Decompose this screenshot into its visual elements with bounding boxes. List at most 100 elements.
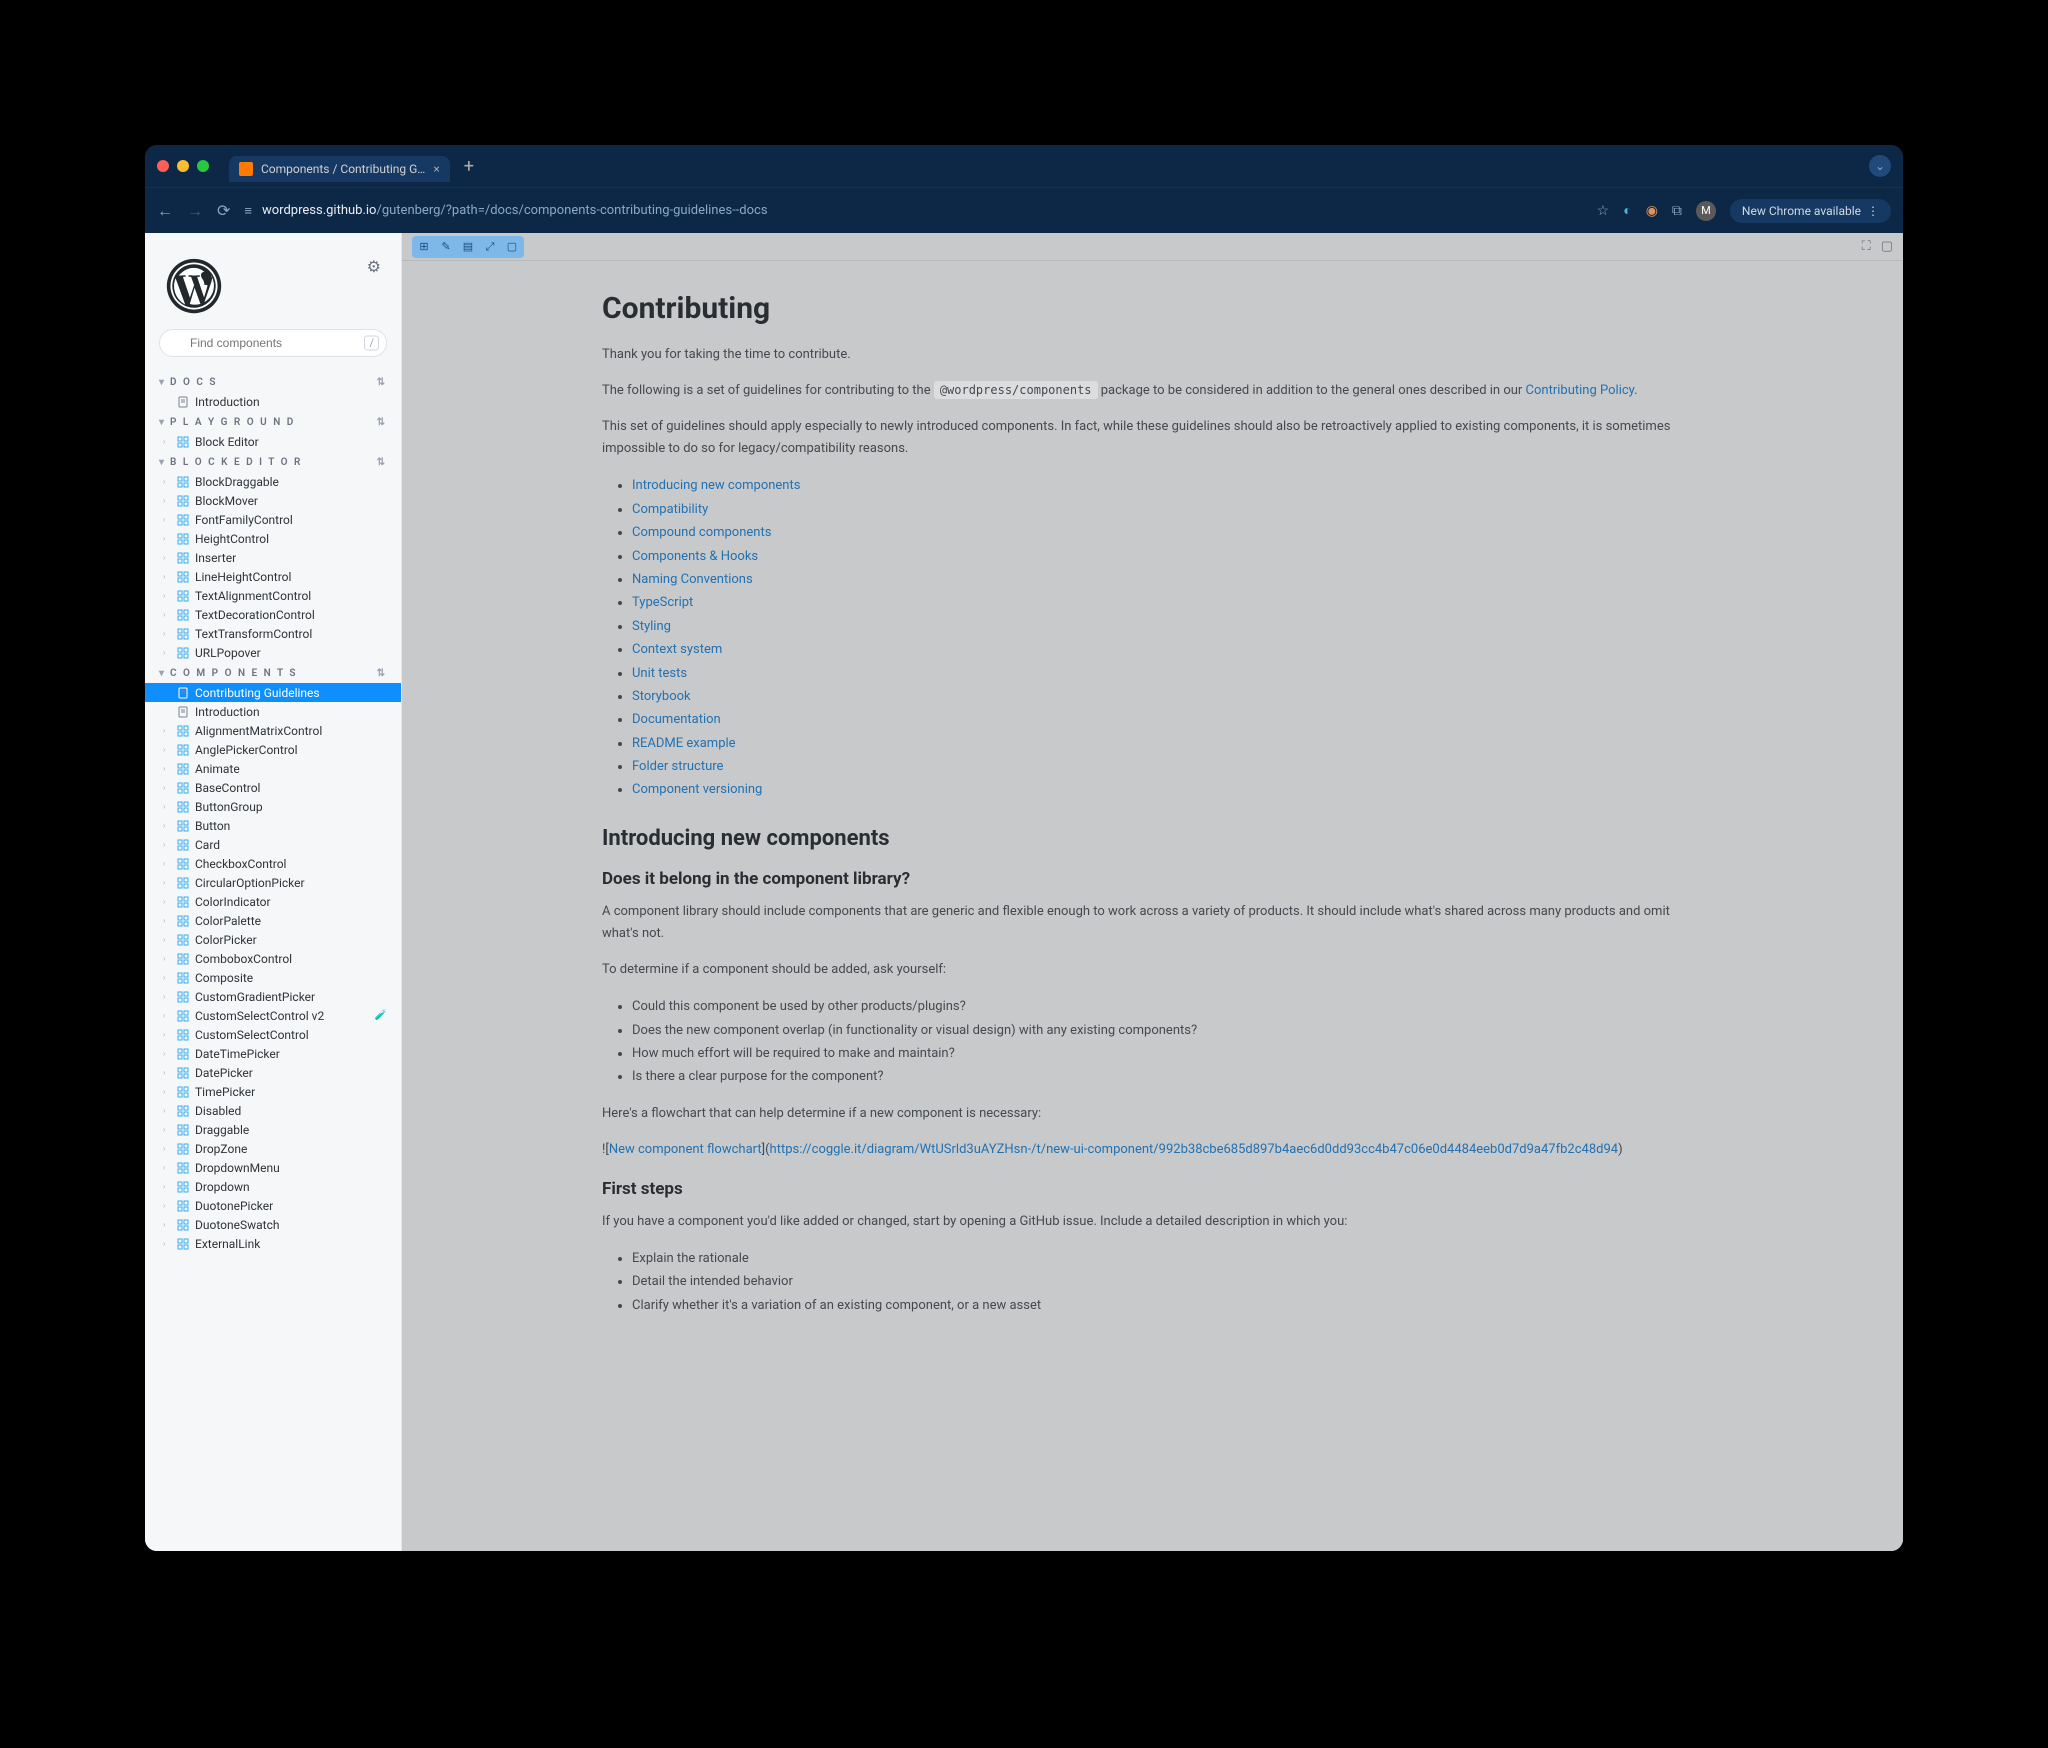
sidebar-item-label: ColorPalette xyxy=(195,914,261,928)
sidebar-item[interactable]: ›Draggable xyxy=(145,1120,401,1139)
close-tab-icon[interactable]: × xyxy=(433,162,439,176)
flowchart-url-link[interactable]: https://coggle.it/diagram/WtUSrld3uAYZHs… xyxy=(770,1142,1619,1157)
sidebar-item[interactable]: ›ColorPicker xyxy=(145,930,401,949)
sidebar-item[interactable]: ›ButtonGroup xyxy=(145,797,401,816)
expand-caret-icon: › xyxy=(163,897,170,906)
site-info-icon[interactable]: ≡ xyxy=(244,203,252,219)
sidebar-item[interactable]: ›BlockDraggable xyxy=(145,472,401,491)
toc-link[interactable]: Context system xyxy=(632,642,722,657)
sidebar-item[interactable]: Introduction xyxy=(145,702,401,721)
url-box[interactable]: ≡ wordpress.github.io/gutenberg/?path=/d… xyxy=(244,203,1582,219)
sidebar-item[interactable]: ›Disabled xyxy=(145,1101,401,1120)
sidebar-item[interactable]: ›CustomGradientPicker xyxy=(145,987,401,1006)
browser-tab[interactable]: Components / Contributing G… × xyxy=(229,156,450,182)
sidebar-item[interactable]: ›Button xyxy=(145,816,401,835)
toc-link[interactable]: Component versioning xyxy=(632,782,762,797)
back-button[interactable]: ← xyxy=(157,201,173,221)
maximize-button[interactable] xyxy=(197,160,209,172)
sidebar-item[interactable]: Introduction xyxy=(145,392,401,411)
sidebar-item[interactable]: ›FontFamilyControl xyxy=(145,510,401,529)
toc-link[interactable]: TypeScript xyxy=(632,595,693,610)
sidebar-item[interactable]: Contributing Guidelines xyxy=(145,683,401,702)
sidebar-item[interactable]: ›DropZone xyxy=(145,1139,401,1158)
settings-icon[interactable]: ⚙ xyxy=(367,257,381,276)
menu-icon[interactable]: ⋮ xyxy=(1867,204,1879,218)
doc-canvas[interactable]: Contributing Thank you for taking the ti… xyxy=(402,261,1903,1551)
tab-dropdown[interactable]: ⌄ xyxy=(1869,155,1891,177)
toc-link[interactable]: Naming Conventions xyxy=(632,572,753,587)
toc-link[interactable]: Styling xyxy=(632,619,671,634)
close-button[interactable] xyxy=(157,160,169,172)
sidebar-item[interactable]: ›TextDecorationControl xyxy=(145,605,401,624)
contributing-policy-link[interactable]: Contributing Policy xyxy=(1526,383,1635,398)
chrome-update-pill[interactable]: New Chrome available ⋮ xyxy=(1730,199,1891,223)
sidebar-item[interactable]: ›DateTimePicker xyxy=(145,1044,401,1063)
sidebar-item[interactable]: ›AlignmentMatrixControl xyxy=(145,721,401,740)
new-tab-button[interactable]: + xyxy=(464,156,474,177)
sidebar-item[interactable]: ›DatePicker xyxy=(145,1063,401,1082)
sidebar-item[interactable]: ›Animate xyxy=(145,759,401,778)
toc-link[interactable]: Components & Hooks xyxy=(632,549,758,564)
flowchart-label-link[interactable]: New component flowchart xyxy=(609,1142,762,1157)
extension-1-icon[interactable]: ◐ xyxy=(1623,202,1631,219)
sidebar-item[interactable]: ›DuotonePicker xyxy=(145,1196,401,1215)
toc-link[interactable]: Compound components xyxy=(632,525,771,540)
bookmark-icon[interactable]: ☆ xyxy=(1597,203,1610,219)
sidebar-item[interactable]: ›Card xyxy=(145,835,401,854)
zoom-icon[interactable]: ✎ xyxy=(436,238,456,256)
sidebar-item[interactable]: ›CustomSelectControl xyxy=(145,1025,401,1044)
sidebar-item[interactable]: ›DuotoneSwatch xyxy=(145,1215,401,1234)
forward-button[interactable]: → xyxy=(187,201,203,221)
sidebar-item[interactable]: ›ExternalLink xyxy=(145,1234,401,1253)
grid-icon[interactable]: ▤ xyxy=(458,238,478,256)
component-icon xyxy=(176,781,189,794)
sidebar-item[interactable]: ›ColorPalette xyxy=(145,911,401,930)
sidebar-item[interactable]: ›Block Editor xyxy=(145,432,401,451)
toc-link[interactable]: Documentation xyxy=(632,712,721,727)
toc-link[interactable]: README example xyxy=(632,736,736,751)
section-header[interactable]: ▾C O M P O N E N T S⇅ xyxy=(145,662,401,683)
section-header[interactable]: ▾P L A Y G R O U N D⇅ xyxy=(145,411,401,432)
sidebar-item[interactable]: ›URLPopover xyxy=(145,643,401,662)
toc-link[interactable]: Introducing new components xyxy=(632,478,800,493)
outline-icon[interactable]: ▢ xyxy=(502,238,522,256)
section-header[interactable]: ▾D O C S⇅ xyxy=(145,371,401,392)
sidebar-item[interactable]: ›TextAlignmentControl xyxy=(145,586,401,605)
sidebar-item[interactable]: ›Dropdown xyxy=(145,1177,401,1196)
search-input[interactable] xyxy=(159,329,387,357)
sidebar-item[interactable]: ›AnglePickerControl xyxy=(145,740,401,759)
sidebar-item[interactable]: ›Composite xyxy=(145,968,401,987)
sidebar-item[interactable]: ›CircularOptionPicker xyxy=(145,873,401,892)
chrome-update-label: New Chrome available xyxy=(1742,204,1861,218)
sidebar-item[interactable]: ›TextTransformControl xyxy=(145,624,401,643)
sidebar-item[interactable]: ›ColorIndicator xyxy=(145,892,401,911)
sidebar-item-label: Block Editor xyxy=(195,435,259,449)
component-icon xyxy=(176,513,189,526)
extension-2-icon[interactable]: ◉ xyxy=(1646,203,1658,219)
remount-icon[interactable]: ⊞ xyxy=(414,238,434,256)
toc-link[interactable]: Unit tests xyxy=(632,666,687,681)
toc-link[interactable]: Folder structure xyxy=(632,759,723,774)
sidebar-item[interactable]: ›LineHeightControl xyxy=(145,567,401,586)
open-tab-icon[interactable]: ▢ xyxy=(1881,239,1893,254)
sidebar-item[interactable]: ›Inserter xyxy=(145,548,401,567)
sidebar-item[interactable]: ›DropdownMenu xyxy=(145,1158,401,1177)
toc-link[interactable]: Storybook xyxy=(632,689,691,704)
sidebar-item[interactable]: ›CustomSelectControl v2🧪 xyxy=(145,1006,401,1025)
component-icon xyxy=(176,971,189,984)
profile-avatar[interactable]: M xyxy=(1696,201,1716,221)
section-header[interactable]: ▾B L O C K E D I T O R⇅ xyxy=(145,451,401,472)
sidebar-item[interactable]: ›ComboboxControl xyxy=(145,949,401,968)
expand-icon[interactable]: ⤢ xyxy=(480,238,500,256)
fullscreen-icon[interactable]: ⛶ xyxy=(1862,239,1871,254)
sidebar-item[interactable]: ›TimePicker xyxy=(145,1082,401,1101)
extensions-icon[interactable]: ⧉ xyxy=(1672,203,1682,219)
sidebar-item[interactable]: ›BlockMover xyxy=(145,491,401,510)
sidebar-item[interactable]: ›CheckboxControl xyxy=(145,854,401,873)
minimize-button[interactable] xyxy=(177,160,189,172)
toc-link[interactable]: Compatibility xyxy=(632,502,708,517)
sidebar-item[interactable]: ›HeightControl xyxy=(145,529,401,548)
sidebar-item-label: TextDecorationControl xyxy=(195,608,315,622)
reload-button[interactable]: ⟳ xyxy=(217,201,230,220)
sidebar-item[interactable]: ›BaseControl xyxy=(145,778,401,797)
